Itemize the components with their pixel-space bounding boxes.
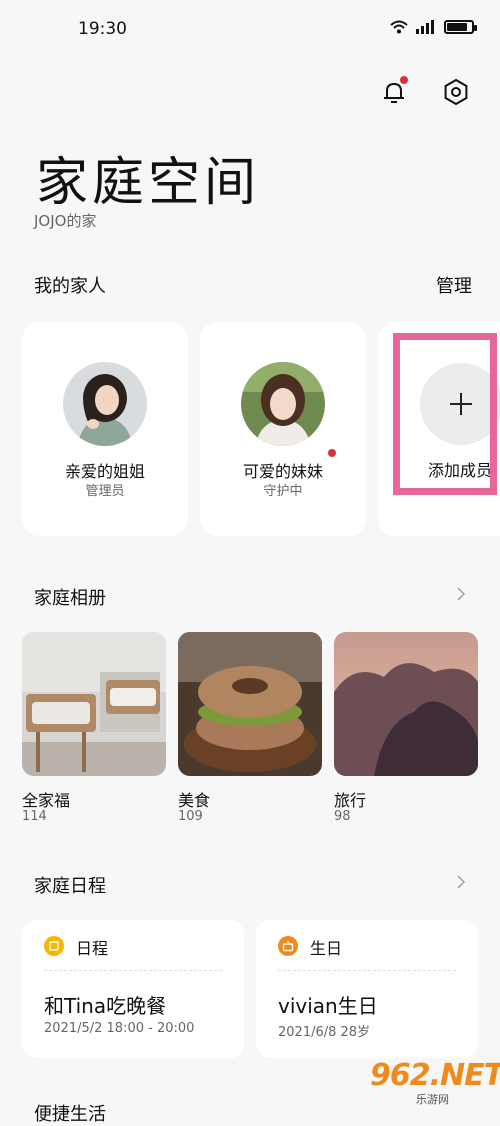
watermark-logo: 962.NET 乐游网 — [364, 1058, 500, 1106]
status-icons — [390, 20, 477, 34]
albums-heading: 家庭相册 — [34, 588, 106, 609]
member-card[interactable]: 可爱的妹妹 守护中 — [200, 322, 366, 536]
schedule-title: vivian生日 — [278, 994, 378, 1018]
avatar — [241, 362, 325, 446]
watermark-sub: 乐游网 — [416, 1093, 449, 1106]
family-heading: 我的家人 — [34, 276, 106, 297]
divider — [44, 970, 222, 971]
notification-button[interactable] — [378, 76, 410, 108]
schedule-type: 日程 — [76, 939, 109, 958]
birthday-icon — [278, 936, 298, 956]
family-name: JOJO的家 — [34, 212, 97, 230]
member-role: 管理员 — [85, 484, 125, 499]
album-food[interactable] — [178, 632, 322, 776]
watermark-brand: 962.NET — [370, 1058, 500, 1093]
signal-icon — [416, 20, 434, 34]
album-count: 98 — [334, 809, 351, 824]
divider — [278, 970, 456, 971]
schedule-card[interactable]: 生日 vivian生日 2021/6/8 28岁 — [256, 920, 478, 1058]
status-bar: 19:30 — [0, 0, 500, 60]
schedule-title: 和Tina吃晚餐 — [44, 994, 167, 1018]
calendar-icon — [44, 936, 64, 956]
member-name: 亲爱的姐姐 — [64, 462, 145, 481]
wifi-icon — [390, 20, 408, 34]
top-actions — [378, 76, 472, 108]
settings-icon — [444, 78, 468, 106]
chevron-right-icon[interactable] — [454, 875, 468, 889]
manage-button[interactable]: 管理 — [436, 272, 472, 298]
settings-button[interactable] — [440, 76, 472, 108]
member-card[interactable]: 亲爱的姐姐 管理员 — [22, 322, 188, 536]
album-count: 114 — [22, 809, 47, 824]
chevron-right-icon[interactable] — [454, 587, 468, 601]
convenient-life-heading: 便捷生活 — [34, 1104, 106, 1125]
schedule-heading: 家庭日程 — [34, 876, 106, 897]
page-title: 家庭空间 — [36, 153, 261, 213]
battery-icon — [444, 20, 477, 34]
album-count: 109 — [178, 809, 203, 824]
schedule-meta: 2021/6/8 28岁 — [278, 1025, 371, 1040]
album-name: 美食 — [178, 791, 211, 810]
avatar — [63, 362, 147, 446]
member-name: 可爱的妹妹 — [242, 462, 323, 481]
notification-badge — [400, 76, 408, 84]
schedule-card[interactable]: 日程 和Tina吃晚餐 2021/5/2 18:00 - 20:00 — [22, 920, 244, 1058]
schedule-type: 生日 — [310, 939, 343, 958]
member-role: 守护中 — [263, 484, 303, 499]
album-family-photo[interactable] — [22, 632, 166, 776]
album-travel[interactable] — [334, 632, 478, 776]
status-time: 19:30 — [78, 19, 127, 39]
album-name: 全家福 — [22, 791, 71, 810]
member-status-badge — [328, 449, 336, 457]
battery-level — [447, 23, 468, 31]
album-name: 旅行 — [334, 791, 367, 810]
highlight-box — [393, 333, 497, 495]
schedule-meta: 2021/5/2 18:00 - 20:00 — [44, 1021, 195, 1036]
